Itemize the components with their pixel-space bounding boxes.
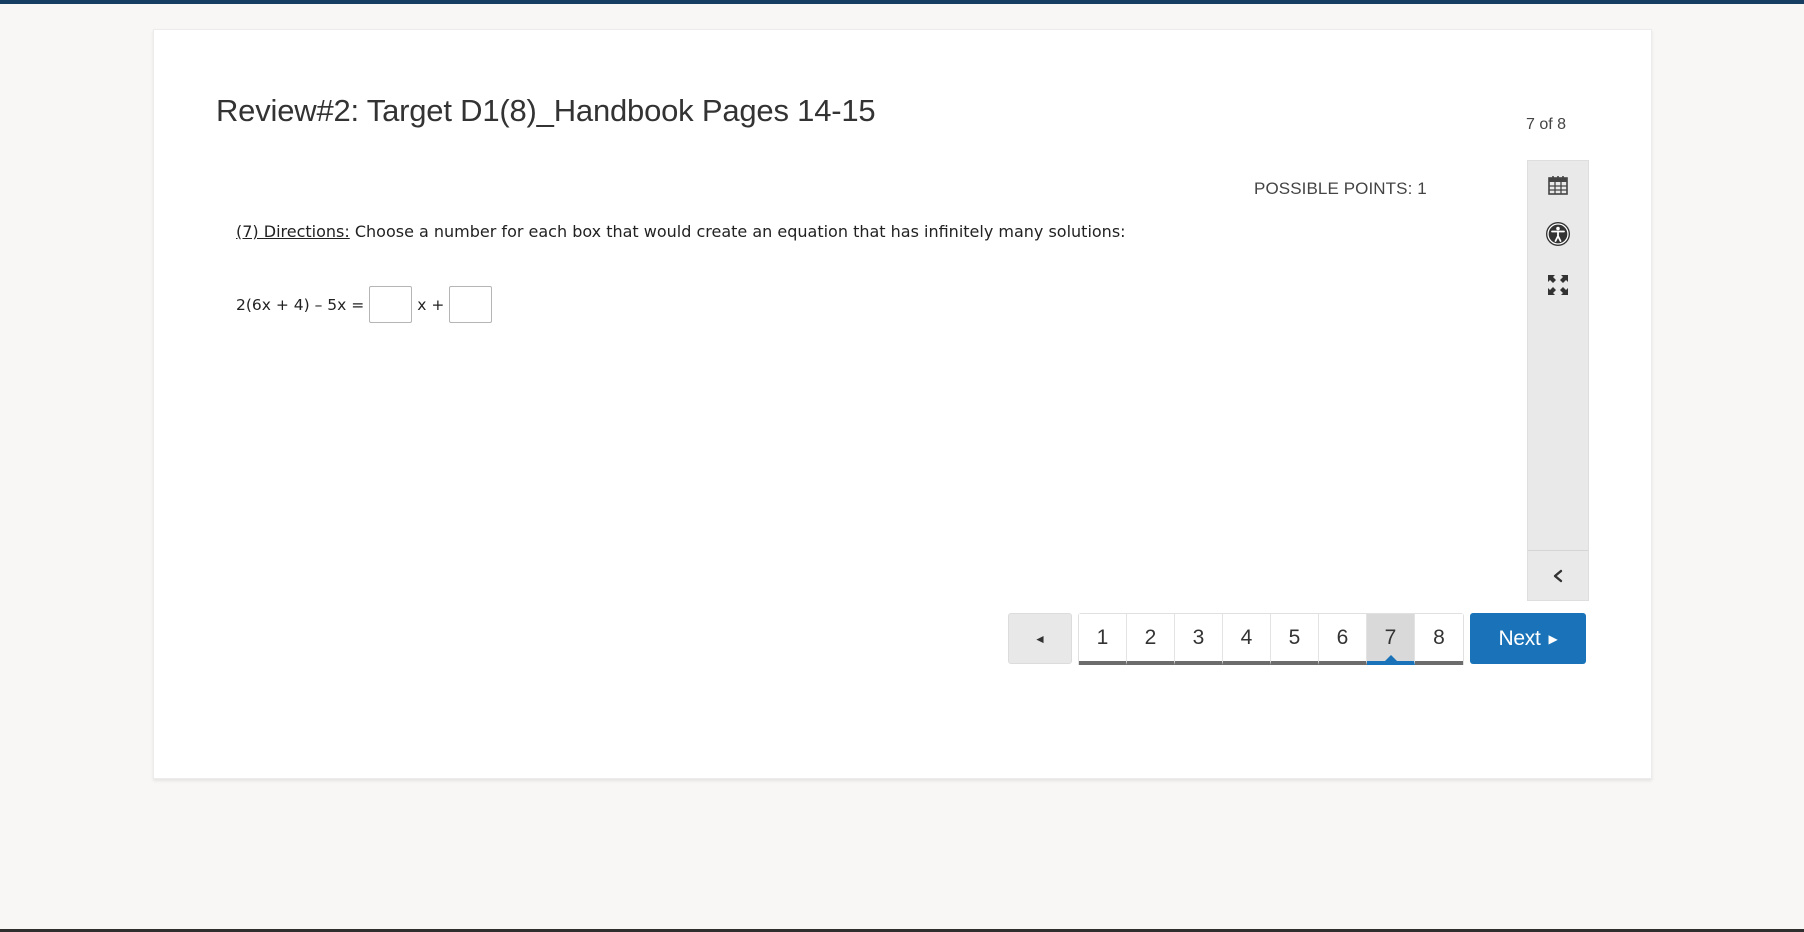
fullscreen-button[interactable] (1528, 267, 1588, 307)
possible-points: POSSIBLE POINTS: 1 (1254, 179, 1427, 198)
collapse-toolbar-button[interactable] (1528, 556, 1588, 600)
constant-answer-box[interactable] (449, 286, 493, 323)
question-pagination: ◄ 1 2 3 4 5 6 7 8 Next ▶ (1008, 613, 1586, 665)
question-card: Review#2: Target D1(8)_Handbook Pages 14… (153, 29, 1652, 779)
equation-x-plus: x + (417, 295, 445, 314)
top-accent-bar (0, 0, 1804, 4)
previous-arrow-icon: ◄ (1034, 631, 1046, 646)
tools-sidebar (1527, 160, 1589, 601)
previous-question-button[interactable]: ◄ (1008, 613, 1072, 664)
calculator-icon (1547, 174, 1569, 201)
assessment-title: Review#2: Target D1(8)_Handbook Pages 14… (216, 93, 876, 128)
page-number-list: 1 2 3 4 5 6 7 8 (1078, 613, 1464, 665)
equation-left-side: 2(6x + 4) – 5x = (236, 295, 365, 314)
accessibility-icon (1545, 221, 1571, 252)
coefficient-answer-box[interactable] (369, 286, 413, 323)
directions-label: (7) Directions: (236, 222, 350, 241)
next-button-label: Next (1498, 626, 1541, 650)
page-button-4[interactable]: 4 (1223, 614, 1271, 665)
question-counter: 7 of 8 (1526, 116, 1567, 133)
next-arrow-icon: ▶ (1548, 631, 1558, 646)
page-button-5[interactable]: 5 (1271, 614, 1319, 665)
fullscreen-icon (1547, 274, 1569, 301)
next-question-button[interactable]: Next ▶ (1470, 613, 1586, 664)
page-button-2[interactable]: 2 (1127, 614, 1175, 665)
page-button-3[interactable]: 3 (1175, 614, 1223, 665)
calculator-button[interactable] (1528, 167, 1588, 207)
page-button-8[interactable]: 8 (1415, 614, 1463, 665)
toolbar-divider (1528, 550, 1588, 551)
equation: 2(6x + 4) – 5x = x + (236, 286, 497, 323)
collapse-chevron-icon (1552, 569, 1564, 588)
question-directions: (7) Directions: Choose a number for each… (236, 222, 1126, 241)
page-button-6[interactable]: 6 (1319, 614, 1367, 665)
directions-text: Choose a number for each box that would … (349, 222, 1126, 241)
page-button-7-current[interactable]: 7 (1367, 614, 1415, 665)
accessibility-button[interactable] (1528, 216, 1588, 256)
page-button-1[interactable]: 1 (1079, 614, 1127, 665)
